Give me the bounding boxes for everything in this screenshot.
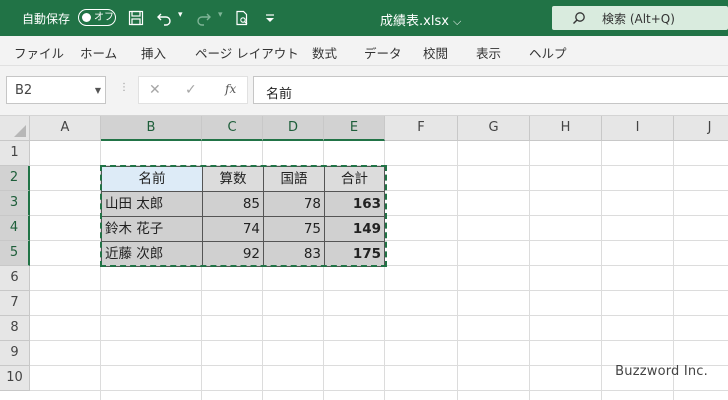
column-header-a[interactable]: A [30,116,101,141]
gridline [601,141,602,400]
menu-home[interactable]: ホーム [80,43,117,62]
row-header-10[interactable]: 10 [0,366,30,391]
menu-file[interactable]: ファイル [14,43,64,62]
cancel-icon[interactable]: ✕ [149,82,161,98]
column-header-f[interactable]: F [385,116,458,141]
row-header-4[interactable]: 4 [0,216,30,241]
gridline [457,141,458,400]
menu-formulas[interactable]: 数式 [312,43,337,62]
menu-data[interactable]: データ [364,43,402,62]
gridline [30,315,728,316]
search-box[interactable]: 検索 (Alt+Q) [552,6,728,30]
gridline [30,290,728,291]
column-header-g[interactable]: G [458,116,530,141]
select-all-button[interactable] [0,116,30,141]
file-name-text: 成績表.xlsx [380,14,449,29]
gridline [30,390,728,391]
menu-bar: ファイル ホーム 挿入 ページ レイアウト 数式 データ 校閲 表示 ヘルプ [0,36,728,66]
row-header-3[interactable]: 3 [0,191,30,216]
column-header-j[interactable]: J [674,116,728,141]
more-options-icon[interactable]: ⋮ [119,82,129,93]
redo-icon[interactable] [194,8,214,28]
row-header-1[interactable]: 1 [0,141,30,166]
autosave-toggle[interactable]: オフ [78,9,116,26]
undo-icon[interactable] [154,8,174,28]
gridline [30,340,728,341]
customize-toolbar-icon[interactable] [260,8,280,28]
row-header-5[interactable]: 5 [0,241,30,266]
formula-bar: B2 ▼ ⋮ ✕ ✓ fx 名前 [0,66,728,116]
print-preview-icon[interactable] [232,8,252,28]
column-header-e[interactable]: E [324,116,385,141]
gridline [673,141,674,400]
search-placeholder: 検索 (Alt+Q) [602,12,675,26]
select-all-icon [14,125,26,137]
chevron-down-icon: ⌵ [453,15,462,28]
menu-view[interactable]: 表示 [476,43,501,62]
copy-selection-marquee [100,165,387,267]
column-header-b[interactable]: B [101,116,202,141]
autosave-label: 自動保存 [22,12,71,26]
row-header-2[interactable]: 2 [0,166,30,191]
column-header-d[interactable]: D [263,116,324,141]
formula-input[interactable]: 名前 [253,76,728,104]
column-header-i[interactable]: I [602,116,674,141]
menu-review[interactable]: 校閲 [423,43,448,62]
row-header-7[interactable]: 7 [0,291,30,316]
gridline [529,141,530,400]
search-icon [572,11,586,29]
watermark: Buzzword Inc. [615,364,708,379]
formula-buttons: ✕ ✓ fx [138,76,248,104]
menu-insert[interactable]: 挿入 [141,43,166,62]
row-header-6[interactable]: 6 [0,266,30,291]
enter-check-icon[interactable]: ✓ [185,82,197,98]
file-name[interactable]: 成績表.xlsx ⌵ [380,10,461,29]
menu-page-layout[interactable]: ページ レイアウト [195,43,299,62]
insert-function-button[interactable]: fx [225,82,236,96]
name-box[interactable]: B2 ▼ [6,76,106,104]
row-header-9[interactable]: 9 [0,341,30,366]
chevron-down-icon[interactable]: ▼ [95,86,101,95]
undo-dropdown-icon[interactable]: ▾ [178,10,183,20]
redo-dropdown-icon[interactable]: ▾ [218,10,223,20]
formula-text: 名前 [266,87,293,102]
toggle-knob [82,13,91,22]
save-icon[interactable] [126,8,146,28]
row-header-8[interactable]: 8 [0,316,30,341]
title-bar: 自動保存 オフ ▾ ▾ 成績表.xlsx ⌵ 検索 (Alt+Q) [0,0,728,36]
name-box-value: B2 [15,83,33,98]
column-header-h[interactable]: H [530,116,602,141]
column-header-c[interactable]: C [202,116,263,141]
menu-help[interactable]: ヘルプ [529,43,567,62]
autosave-state: オフ [94,12,114,23]
